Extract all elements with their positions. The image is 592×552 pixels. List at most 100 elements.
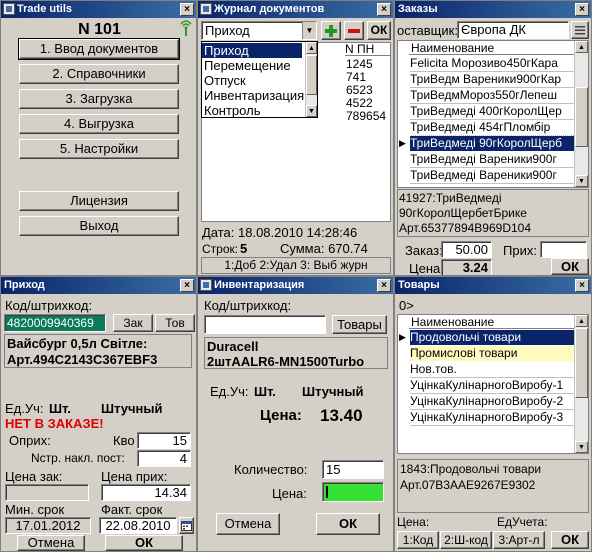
unit-label: Ед.Уч: bbox=[5, 401, 44, 416]
quantity-field[interactable]: 15 bbox=[137, 432, 191, 449]
category-path: 0> bbox=[399, 298, 414, 313]
dropdown-arrow-icon[interactable]: ▼ bbox=[302, 22, 316, 39]
price-label: Цена: bbox=[397, 515, 430, 529]
price-in-field[interactable] bbox=[322, 482, 384, 502]
list-item[interactable]: ТриВедмМороз550гЛепеш bbox=[410, 88, 574, 104]
close-icon[interactable]: × bbox=[377, 3, 391, 16]
order-button[interactable]: Зак bbox=[113, 314, 153, 332]
doc-type-value: Приход bbox=[205, 23, 250, 38]
scroll-thumb[interactable] bbox=[575, 87, 588, 147]
barcode-input[interactable] bbox=[204, 315, 326, 334]
quantity-label: Количество: bbox=[234, 462, 308, 477]
quantity-field[interactable]: 15 bbox=[322, 460, 384, 479]
scroll-thumb[interactable] bbox=[575, 328, 588, 398]
scroll-down-icon[interactable]: ▼ bbox=[306, 105, 317, 117]
order-qty-field[interactable]: 50.00 bbox=[441, 241, 492, 258]
menu-enter-documents-button[interactable]: 1. Ввод документов bbox=[18, 38, 180, 60]
footer-barcode-button[interactable]: 2:Ш-код bbox=[440, 531, 492, 549]
close-icon[interactable]: × bbox=[180, 279, 194, 292]
dropdown-scrollbar[interactable]: ▲ ▼ bbox=[305, 42, 317, 117]
close-icon[interactable]: × bbox=[575, 3, 589, 16]
title-bar: Товары × bbox=[395, 277, 591, 294]
list-column-header: Наименование bbox=[409, 41, 574, 55]
journal-footer-bar[interactable]: 1:Доб 2:Удал 3: Выб журн bbox=[201, 257, 391, 274]
goods-button[interactable]: Тов bbox=[155, 314, 195, 332]
ok-button[interactable]: ОК bbox=[551, 258, 589, 275]
supplier-list-button[interactable] bbox=[571, 21, 589, 39]
supplier-value: Європа ДК bbox=[461, 22, 526, 37]
scroll-thumb[interactable] bbox=[306, 55, 317, 95]
doc-type-dropdown[interactable]: Приход Перемещение Отпуск Инвентаризация… bbox=[201, 41, 318, 118]
number-cell[interactable]: 789654 bbox=[346, 109, 386, 123]
scroll-up-icon[interactable]: ▲ bbox=[306, 42, 317, 54]
number-cell[interactable]: 4522 bbox=[346, 96, 373, 110]
footer-article-button[interactable]: 3:Арт-л bbox=[493, 531, 545, 549]
goods-window: Товары × 0> Наименование ▶ Продовольчі то… bbox=[394, 276, 592, 552]
app-icon bbox=[200, 279, 212, 291]
code-label: Код/штрихкод: bbox=[204, 298, 292, 313]
order-list-scrollbar[interactable]: ▲ ▼ bbox=[574, 41, 588, 187]
close-icon[interactable]: × bbox=[575, 279, 589, 292]
dropdown-option[interactable]: Отпуск bbox=[204, 73, 246, 88]
doc-type-select[interactable]: Приход ▼ bbox=[201, 21, 317, 40]
list-item[interactable]: ТриВедмеді 454гПломбір bbox=[410, 120, 574, 136]
list-item[interactable]: ТриВедмеді Вареники900г bbox=[410, 152, 574, 168]
delete-button[interactable] bbox=[344, 21, 364, 40]
dropdown-option-selected[interactable]: Приход bbox=[202, 43, 302, 58]
goods-list[interactable]: Наименование ▶ Продовольчі товари Промис… bbox=[397, 314, 589, 454]
dropdown-option[interactable]: Инвентаризация bbox=[204, 88, 304, 103]
goods-list-scrollbar[interactable]: ▲ ▼ bbox=[574, 315, 588, 453]
price-in-field[interactable]: 14.34 bbox=[101, 484, 191, 501]
scroll-up-icon[interactable]: ▲ bbox=[575, 41, 588, 53]
list-item[interactable]: ТриВедмеді 400гКоролЩер bbox=[410, 104, 574, 120]
list-item[interactable]: УцінкаКулінарногоВиробу-1 bbox=[410, 378, 574, 394]
nstr-field[interactable]: 4 bbox=[137, 450, 191, 467]
menu-load-button[interactable]: 3. Загрузка bbox=[19, 89, 179, 109]
number-cell[interactable]: 741 bbox=[346, 70, 366, 84]
scroll-down-icon[interactable]: ▼ bbox=[575, 175, 588, 187]
list-item-highlighted[interactable]: Промислові товари bbox=[410, 346, 574, 361]
list-item-selected[interactable]: Продовольчі товари bbox=[410, 330, 574, 345]
item-description-box: Вайсбург 0,5л Світле: Арт.494C2143C367EB… bbox=[4, 334, 192, 368]
price-label: Цена: bbox=[409, 261, 444, 276]
list-item-selected[interactable]: ТриВедмеді 90гКоролЩерб bbox=[409, 135, 575, 152]
footer-code-button[interactable]: 1:Код bbox=[397, 531, 439, 549]
close-icon[interactable]: × bbox=[180, 3, 194, 16]
close-icon[interactable]: × bbox=[377, 279, 391, 292]
app-icon bbox=[3, 3, 15, 15]
ok-button[interactable]: ОК bbox=[105, 535, 183, 551]
fact-term-field[interactable]: 22.08.2010 bbox=[99, 517, 177, 534]
menu-settings-button[interactable]: 5. Настройки bbox=[19, 139, 179, 159]
list-item[interactable]: УцінкаКулінарногоВиробу-3 bbox=[410, 410, 574, 426]
list-item[interactable]: Felicita Морозиво450гКара bbox=[410, 56, 574, 72]
ok-button[interactable]: ОК bbox=[367, 21, 391, 40]
ok-button[interactable]: ОК bbox=[316, 513, 380, 535]
supplier-field[interactable]: Європа ДК bbox=[457, 21, 569, 39]
number-cell[interactable]: 1245 bbox=[346, 57, 373, 71]
list-item[interactable]: ТриВедмеді Вареники900г bbox=[410, 168, 574, 184]
add-button[interactable] bbox=[321, 21, 341, 40]
barcode-input[interactable]: 4820009940369 bbox=[4, 314, 106, 332]
list-item[interactable]: ТриВедм Вареники900гКар bbox=[410, 72, 574, 88]
cancel-button[interactable]: Отмена bbox=[17, 535, 85, 551]
list-item[interactable]: Нов.тов. bbox=[410, 362, 574, 378]
menu-references-button[interactable]: 2. Справочники bbox=[19, 64, 179, 84]
ok-button[interactable]: ОК bbox=[551, 531, 589, 549]
order-items-list[interactable]: Наименование Felicita Морозиво450гКара Т… bbox=[397, 40, 589, 188]
cancel-button[interactable]: Отмена bbox=[216, 513, 280, 535]
dropdown-option[interactable]: Контроль bbox=[204, 103, 260, 118]
scroll-down-icon[interactable]: ▼ bbox=[575, 441, 588, 453]
exit-button[interactable]: Выход bbox=[19, 216, 179, 236]
goods-button[interactable]: Товары bbox=[332, 315, 387, 334]
dropdown-option[interactable]: Перемещение bbox=[204, 58, 291, 73]
list-item[interactable]: УцінкаКулінарногоВиробу-2 bbox=[410, 394, 574, 410]
calendar-button[interactable] bbox=[179, 517, 194, 534]
menu-unload-button[interactable]: 4. Выгрузка bbox=[19, 114, 179, 134]
scroll-up-icon[interactable]: ▲ bbox=[575, 315, 588, 327]
license-button[interactable]: Лицензия bbox=[19, 191, 179, 211]
window-title: Товары bbox=[398, 279, 440, 291]
number-cell[interactable]: 6523 bbox=[346, 83, 373, 97]
arrival-field[interactable] bbox=[540, 241, 587, 258]
calendar-icon bbox=[181, 521, 192, 531]
window-title: Журнал документов bbox=[214, 3, 325, 15]
